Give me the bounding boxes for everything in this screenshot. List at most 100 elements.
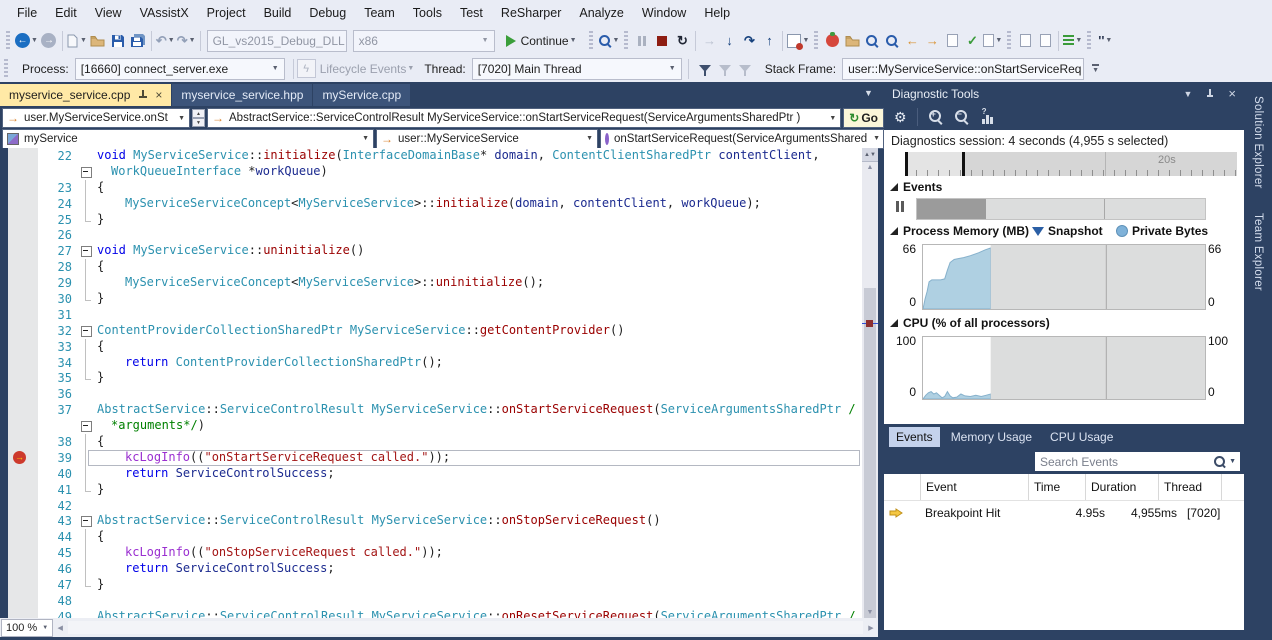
breakpoint-margin[interactable] — [0, 259, 38, 275]
toolb​ar-overflow-icon[interactable]: ▼ — [1092, 64, 1099, 74]
breakpoint-margin[interactable] — [0, 148, 38, 164]
menu-test[interactable]: Test — [451, 0, 492, 26]
cpu-section-header[interactable]: CPU (% of all processors) — [890, 316, 1050, 330]
gear-icon[interactable]: ⚙ — [894, 109, 907, 126]
va-open-file-icon[interactable] — [843, 30, 861, 52]
code-line-29[interactable]: 29MyServiceServiceConcept<MyServiceServi… — [0, 275, 862, 291]
code-line-32[interactable]: 32ContentProviderCollectionSharedPtr MyS… — [0, 323, 862, 339]
column-header-duration[interactable]: Duration — [1085, 474, 1158, 500]
code-line-39[interactable]: →39kcLogInfo(("onStartServiceRequest cal… — [0, 450, 862, 466]
solution-platforms-dropdown[interactable]: x86▼ — [353, 30, 495, 52]
breakpoint-margin[interactable] — [0, 323, 38, 339]
breakpoint-margin[interactable] — [0, 561, 38, 577]
side-tab-team-explorer[interactable]: Team Explorer — [1252, 201, 1264, 303]
toolbar-grip[interactable] — [624, 31, 628, 51]
lifecycle-events-dropdown[interactable]: Lifecycle Events — [320, 62, 407, 76]
va-definition-dropdown[interactable]: → AbstractService::ServiceControlResult … — [207, 108, 841, 128]
code-line-27[interactable]: 27void MyServiceService::uninitialize() — [0, 243, 862, 259]
va-spell-check-icon[interactable]: ✓ — [963, 30, 981, 52]
breakpoint-margin[interactable] — [0, 386, 38, 402]
step-into-icon[interactable]: ↓ — [720, 30, 738, 52]
collapse-box-icon[interactable] — [81, 246, 92, 257]
code-line-44[interactable]: 44{ — [0, 529, 862, 545]
pin-icon[interactable] — [1206, 89, 1214, 99]
zoom-in-icon[interactable]: + — [928, 109, 944, 125]
filter-threads-icon[interactable] — [699, 65, 711, 72]
step-over-icon[interactable]: ↷ — [740, 30, 758, 52]
toolbar-grip[interactable] — [1007, 31, 1011, 51]
show-next-statement-icon[interactable]: → — [700, 30, 718, 52]
menu-window[interactable]: Window — [633, 0, 695, 26]
breakpoints-window-icon[interactable]: ▼ — [787, 30, 809, 52]
toolbar-grip[interactable] — [814, 31, 818, 51]
events-track[interactable] — [916, 198, 1206, 220]
menu-build[interactable]: Build — [255, 0, 301, 26]
va-context-dropdown[interactable]: → user.MyServiceService.onSt ▼ — [2, 108, 190, 128]
pause-events-icon[interactable] — [896, 201, 906, 212]
code-line-23[interactable]: 23{ — [0, 180, 862, 196]
split-editor-handle[interactable]: ▲▼ — [862, 148, 878, 162]
breakpoint-margin[interactable] — [0, 545, 38, 561]
column-header-event[interactable]: Event — [920, 474, 1028, 500]
collapse-box-icon[interactable] — [81, 421, 92, 432]
code-line-35[interactable]: 35} — [0, 370, 862, 386]
save-all-icon[interactable] — [129, 30, 147, 52]
navigate-forward-icon[interactable]: → — [40, 30, 58, 52]
menu-edit[interactable]: Edit — [46, 0, 86, 26]
breakpoint-margin[interactable] — [0, 227, 38, 243]
va-find-references-icon[interactable] — [863, 30, 881, 52]
breakpoint-margin[interactable] — [0, 212, 38, 228]
code-line-37[interactable]: 37AbstractService::ServiceControlResult … — [0, 402, 862, 418]
breakpoint-margin[interactable] — [0, 196, 38, 212]
scroll-up-icon[interactable]: ▲ — [862, 164, 878, 171]
search-box[interactable]: ▼ — [1035, 452, 1240, 471]
vassistx-icon[interactable] — [823, 30, 841, 52]
code-line-45[interactable]: 45kcLogInfo(("onStopServiceRequest calle… — [0, 545, 862, 561]
stop-icon[interactable] — [653, 30, 671, 52]
search-events-input[interactable] — [1035, 455, 1213, 469]
va-go-button[interactable]: ↻ Go — [843, 108, 884, 128]
panel-title-bar[interactable]: Diagnostic Tools ▼ × — [884, 84, 1244, 104]
search-icon[interactable] — [1213, 455, 1227, 469]
toolbar-grip[interactable] — [4, 59, 8, 79]
zoom-out-icon[interactable]: − — [954, 109, 970, 125]
code-line-25[interactable]: 25} — [0, 212, 862, 228]
find-in-files-icon[interactable]: ▼ — [598, 30, 620, 52]
va-find-symbol-icon[interactable] — [883, 30, 901, 52]
breakpoint-margin[interactable]: → — [0, 450, 38, 466]
nav-member-dropdown[interactable]: onStartServiceRequest(ServiceArgumentsSh… — [600, 129, 884, 149]
timeline-ruler[interactable]: 20s — [893, 152, 1237, 176]
close-icon[interactable]: × — [155, 90, 162, 100]
new-file-icon[interactable]: ▼ — [67, 30, 87, 52]
scrollbar-thumb[interactable] — [864, 288, 876, 618]
code-lines[interactable]: 22void MyServiceService::initialize(Inte… — [0, 148, 862, 618]
menu-help[interactable]: Help — [695, 0, 739, 26]
code-line-wrap[interactable]: WorkQueueInterface *workQueue) — [0, 164, 862, 180]
vertical-scrollbar[interactable]: ▲▼ ▲ ▼ — [862, 148, 878, 618]
menu-project[interactable]: Project — [198, 0, 255, 26]
pause-icon[interactable] — [633, 30, 651, 52]
cpu-chart[interactable] — [922, 336, 1206, 400]
code-line-49[interactable]: 49AbstractService::ServiceControlResult … — [0, 609, 862, 618]
code-editor[interactable]: 22void MyServiceService::initialize(Inte… — [0, 148, 878, 618]
va-nav-back-icon[interactable]: ← — [903, 30, 921, 52]
code-line-22[interactable]: 22void MyServiceService::initialize(Inte… — [0, 148, 862, 164]
breakpoint-margin[interactable] — [0, 434, 38, 450]
breakpoint-margin[interactable] — [0, 418, 38, 434]
diag-tab-events[interactable]: Events — [889, 427, 940, 447]
code-line-42[interactable]: 42 — [0, 498, 862, 514]
va-move-file-icon[interactable]: ▼ — [983, 30, 1002, 52]
thread-dropdown[interactable]: [7020] Main Thread▼ — [472, 58, 682, 80]
code-line-34[interactable]: 34return ContentProviderCollectionShared… — [0, 355, 862, 371]
tab-myservice_service.hpp[interactable]: myservice_service.hpp — [172, 84, 312, 106]
side-tab-solution-explorer[interactable]: Solution Explorer — [1252, 84, 1264, 201]
column-header-thread[interactable]: Thread — [1158, 474, 1221, 500]
window-list-icon[interactable] — [1016, 30, 1034, 52]
code-line-24[interactable]: 24MyServiceServiceConcept<MyServiceServi… — [0, 196, 862, 212]
solution-configurations-dropdown[interactable]: GL_vs2015_Debug_DLL▼ — [207, 30, 347, 52]
undo-icon[interactable]: ↶▼ — [156, 30, 175, 52]
code-line-43[interactable]: 43AbstractService::ServiceControlResult … — [0, 513, 862, 529]
redo-icon[interactable]: ↷▼ — [177, 30, 196, 52]
breakpoint-current-icon[interactable]: → — [13, 451, 26, 464]
code-line-36[interactable]: 36 — [0, 386, 862, 402]
